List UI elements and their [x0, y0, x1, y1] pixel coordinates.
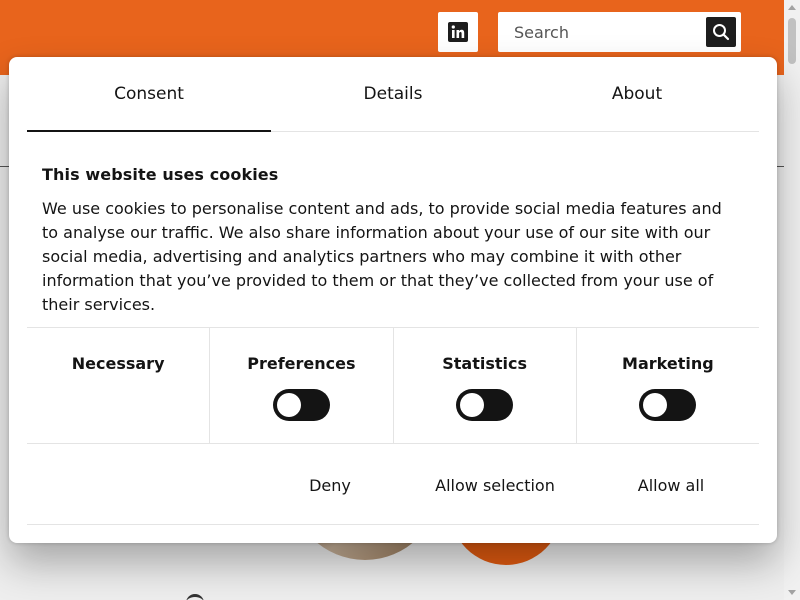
- tab-about[interactable]: About: [515, 57, 759, 131]
- search-input[interactable]: [498, 12, 702, 52]
- scrollbar-thumb[interactable]: [788, 18, 796, 64]
- deny-button[interactable]: Deny: [275, 461, 385, 509]
- cookie-consent-dialog: Consent Details About This website uses …: [9, 57, 777, 543]
- tab-consent[interactable]: Consent: [27, 57, 271, 132]
- category-statistics: Statistics: [394, 328, 577, 443]
- linkedin-button[interactable]: [438, 12, 478, 52]
- scroll-up-arrow-icon[interactable]: [788, 5, 796, 10]
- category-label: Marketing: [622, 354, 714, 373]
- marketing-toggle[interactable]: [639, 389, 697, 421]
- toggle-knob: [460, 393, 485, 417]
- search-box: [498, 12, 741, 52]
- category-label: Statistics: [442, 354, 527, 373]
- search-button[interactable]: [706, 17, 736, 47]
- statistics-toggle[interactable]: [456, 389, 514, 421]
- preferences-toggle[interactable]: [272, 389, 330, 421]
- allow-all-button[interactable]: Allow all: [611, 461, 731, 509]
- consent-title: This website uses cookies: [42, 165, 279, 184]
- consent-body: We use cookies to personalise content an…: [42, 199, 722, 314]
- toggle-knob: [276, 393, 301, 417]
- consent-categories: Necessary Preferences Statistics Marketi…: [27, 327, 759, 444]
- category-preferences: Preferences: [210, 328, 394, 443]
- toggle-knob: [643, 393, 668, 417]
- consent-content: This website uses cookies We use cookies…: [42, 165, 742, 317]
- category-marketing: Marketing: [577, 328, 759, 443]
- category-necessary: Necessary: [27, 328, 211, 443]
- linkedin-icon: [448, 22, 468, 42]
- tab-details[interactable]: Details: [271, 57, 515, 131]
- scroll-down-arrow-icon[interactable]: [788, 590, 796, 595]
- search-icon: [713, 24, 730, 41]
- dialog-tabs: Consent Details About: [27, 57, 759, 132]
- consent-actions: Deny Allow selection Allow all: [27, 445, 759, 525]
- category-label: Preferences: [247, 354, 356, 373]
- category-label: Necessary: [71, 354, 165, 373]
- allow-selection-button[interactable]: Allow selection: [425, 461, 565, 509]
- page-scrollbar[interactable]: [784, 0, 800, 600]
